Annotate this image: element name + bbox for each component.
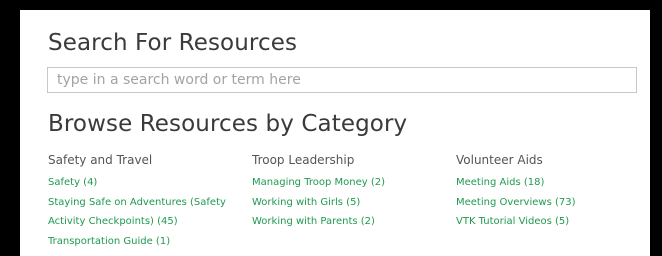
- resource-link-working-with-parents[interactable]: Working with Parents (2): [252, 216, 375, 227]
- list-item: Managing Troop Money (2): [252, 173, 442, 193]
- search-input[interactable]: [47, 67, 637, 93]
- category-safety-and-travel: Safety and Travel Safety (4) Staying Saf…: [48, 153, 238, 251]
- category-heading: Safety and Travel: [48, 153, 153, 167]
- category-volunteer-aids: Volunteer Aids Meeting Aids (18) Meeting…: [456, 153, 646, 232]
- resources-panel: Search For Resources Browse Resources by…: [20, 10, 650, 256]
- list-item: Meeting Aids (18): [456, 173, 646, 193]
- resource-link-managing-troop-money[interactable]: Managing Troop Money (2): [252, 177, 385, 188]
- list-item: Safety (4): [48, 173, 238, 193]
- resource-link-working-with-girls[interactable]: Working with Girls (5): [252, 197, 360, 208]
- resource-link-transportation-guide[interactable]: Transportation Guide (1): [48, 236, 170, 247]
- search-section-title: Search For Resources: [48, 30, 298, 56]
- list-item: Staying Safe on Adventures (Safety: [48, 193, 238, 213]
- category-link-list: Safety (4) Staying Safe on Adventures (S…: [48, 173, 238, 251]
- category-troop-leadership: Troop Leadership Managing Troop Money (2…: [252, 153, 442, 232]
- category-heading: Troop Leadership: [252, 153, 355, 167]
- list-item: Working with Parents (2): [252, 212, 442, 232]
- category-link-list: Managing Troop Money (2) Working with Gi…: [252, 173, 442, 232]
- list-item: Transportation Guide (1): [48, 232, 238, 252]
- category-heading: Volunteer Aids: [456, 153, 543, 167]
- resource-link-safety[interactable]: Safety (4): [48, 177, 97, 188]
- resource-link-meeting-overviews[interactable]: Meeting Overviews (73): [456, 197, 576, 208]
- browse-section-title: Browse Resources by Category: [48, 111, 408, 137]
- category-link-list: Meeting Aids (18) Meeting Overviews (73)…: [456, 173, 646, 232]
- list-item: VTK Tutorial Videos (5): [456, 212, 646, 232]
- resource-link-meeting-aids[interactable]: Meeting Aids (18): [456, 177, 544, 188]
- resource-link-staying-safe-continued[interactable]: Activity Checkpoints) (45): [48, 216, 178, 227]
- list-item: Working with Girls (5): [252, 193, 442, 213]
- resource-link-vtk-tutorial-videos[interactable]: VTK Tutorial Videos (5): [456, 216, 569, 227]
- resource-link-staying-safe[interactable]: Staying Safe on Adventures (Safety: [48, 197, 226, 208]
- list-item: Activity Checkpoints) (45): [48, 212, 238, 232]
- list-item: Meeting Overviews (73): [456, 193, 646, 213]
